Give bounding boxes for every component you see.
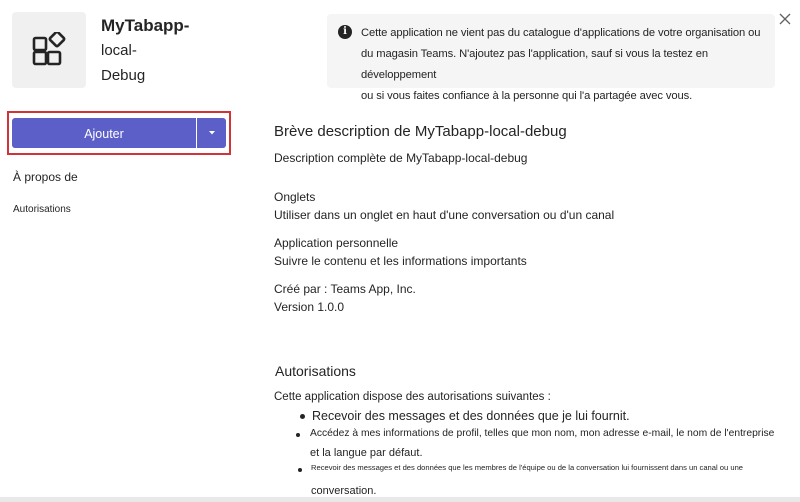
permission-item-3: Recevoir des messages et des données que… bbox=[311, 463, 744, 472]
app-name-line1: MyTabapp- bbox=[101, 16, 190, 35]
full-description: Description complète de MyTabapp-local-d… bbox=[274, 151, 528, 165]
warning-notice: i Cette application ne vient pas du cata… bbox=[327, 14, 775, 102]
notice-line2: du magasin Teams. N'ajoutez pas l'applic… bbox=[361, 48, 708, 81]
version: Version 1.0.0 bbox=[274, 300, 345, 314]
personal-app-description: Suivre le contenu et les informations im… bbox=[274, 254, 527, 268]
close-icon bbox=[779, 13, 791, 25]
permission-item-3-cont: conversation. bbox=[311, 485, 377, 497]
permission-item-1: Recevoir des messages et des données que… bbox=[312, 409, 630, 423]
created-by: Créé par : Teams App, Inc. bbox=[274, 282, 416, 296]
bullet-icon bbox=[300, 414, 305, 419]
tabs-description: Utiliser dans un onglet en haut d'une co… bbox=[274, 208, 615, 222]
add-button[interactable]: Ajouter bbox=[12, 118, 196, 148]
notice-line1: Cette application ne vient pas du catalo… bbox=[361, 27, 761, 39]
bullet-icon bbox=[296, 433, 300, 437]
info-icon: i bbox=[338, 25, 352, 39]
app-name: MyTabapp- local- Debug bbox=[101, 14, 211, 88]
app-grid-icon bbox=[32, 32, 66, 66]
permissions-title: Autorisations bbox=[275, 363, 356, 379]
permission-item-2: Accédez à mes informations de profil, te… bbox=[310, 428, 775, 439]
nav-about[interactable]: À propos de bbox=[13, 170, 78, 184]
add-button-label: Ajouter bbox=[84, 127, 124, 141]
bullet-icon bbox=[298, 468, 302, 472]
app-name-line3: Debug bbox=[101, 67, 146, 84]
short-description: Brève description de MyTabapp-local-debu… bbox=[274, 123, 567, 140]
personal-app-title: Application personnelle bbox=[274, 236, 399, 250]
notice-text: Cette application ne vient pas du catalo… bbox=[361, 23, 765, 107]
permission-item-2-cont: et la langue par défaut. bbox=[310, 447, 423, 459]
close-button[interactable] bbox=[776, 10, 794, 28]
add-dropdown-button[interactable] bbox=[197, 118, 226, 148]
app-icon-tile bbox=[12, 12, 86, 88]
bottom-edge bbox=[0, 497, 800, 502]
nav-permissions[interactable]: Autorisations bbox=[13, 204, 71, 215]
caret-down-icon bbox=[208, 131, 215, 135]
notice-line3: ou si vous faites confiance à la personn… bbox=[361, 90, 693, 102]
tabs-title: Onglets bbox=[274, 190, 316, 204]
permissions-intro: Cette application dispose des autorisati… bbox=[274, 391, 551, 403]
app-name-line2: local- bbox=[101, 42, 137, 59]
